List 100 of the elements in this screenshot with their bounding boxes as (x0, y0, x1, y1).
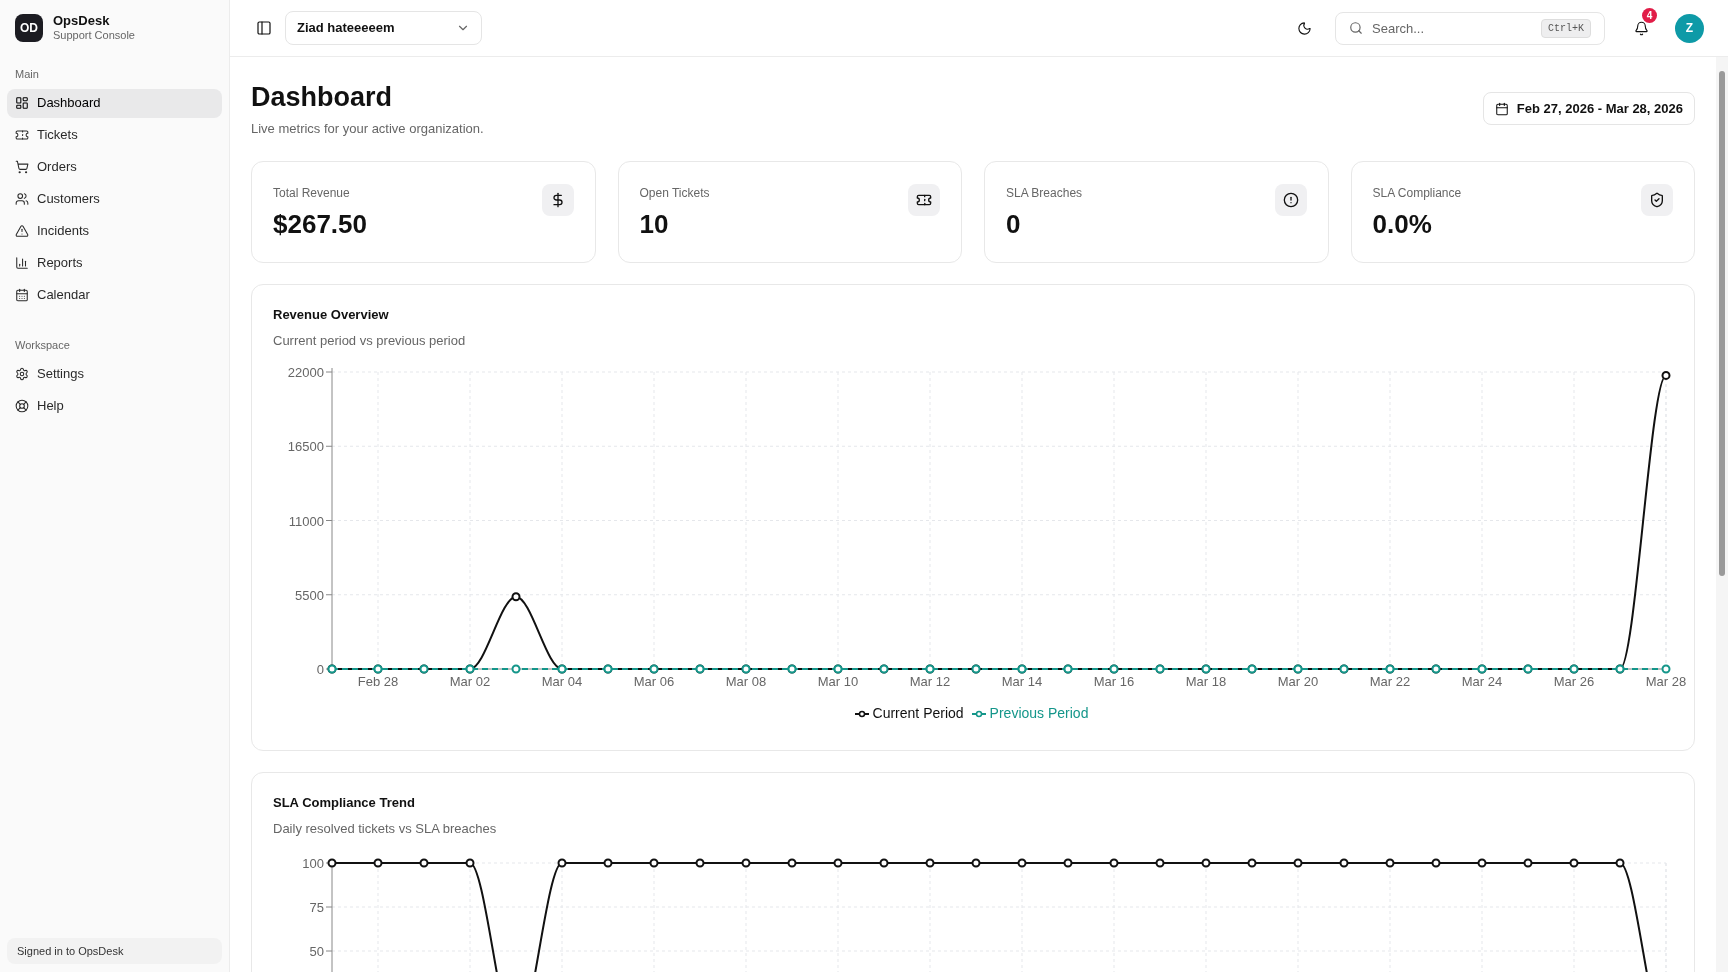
data-point (1385, 858, 1395, 868)
nav-item[interactable]: Orders (7, 152, 222, 182)
data-point (1017, 858, 1027, 868)
signed-in-note: Signed in to OpsDesk (7, 938, 222, 964)
data-point (511, 592, 521, 602)
data-point (1155, 858, 1165, 868)
app-name: OpsDesk (53, 13, 111, 30)
calendar-icon (1494, 101, 1509, 116)
logo: OD (15, 14, 43, 42)
notification-count: 4 (1642, 8, 1657, 23)
nav-item[interactable]: Settings (7, 359, 222, 388)
ticket-icon (15, 128, 29, 142)
axis-tick-label: 22000 (287, 365, 324, 381)
data-point (465, 858, 475, 868)
data-point (741, 858, 751, 868)
nav-item[interactable]: Help (7, 391, 222, 420)
panel-icon (256, 20, 272, 36)
legend-line-icon (854, 709, 869, 718)
axis-tick-label: Mar 24 (1461, 674, 1503, 690)
data-point (1247, 858, 1257, 868)
data-point (879, 858, 889, 868)
organization-select[interactable]: Ziad hateeeeem (285, 11, 482, 45)
axis-tick-label: Mar 02 (449, 674, 491, 690)
nav-item[interactable]: Reports (7, 248, 222, 278)
data-point (1615, 858, 1625, 868)
axis-tick-label: Mar 18 (1185, 674, 1227, 690)
settings-icon (15, 366, 29, 381)
section-heading: Main (14, 67, 40, 82)
legend-label: Current Period (872, 704, 964, 724)
data-point (511, 664, 521, 674)
stat-value: 0.0% (1372, 208, 1433, 241)
data-point (787, 858, 797, 868)
stat-value: $267.50 (273, 208, 367, 241)
axis-tick-label: 5500 (295, 588, 324, 603)
axis-tick-label: 100 (302, 856, 324, 872)
axis-tick-label: Mar 04 (541, 674, 583, 690)
legend-line-icon (971, 709, 986, 718)
stat-label: Total Revenue (273, 185, 351, 203)
data-point (1293, 858, 1303, 868)
data-point (1523, 858, 1533, 868)
data-point (925, 858, 935, 868)
chart-subtitle: Current period vs previous period (273, 331, 467, 350)
alert-icon (1274, 184, 1307, 217)
warning-icon (15, 224, 29, 238)
data-point (419, 858, 429, 868)
data-point (327, 858, 337, 868)
data-point (1661, 371, 1671, 381)
bell-icon (1633, 20, 1649, 36)
axis-tick-label: Mar 08 (725, 674, 767, 690)
data-point (1477, 858, 1487, 868)
nav-item[interactable]: Dashboard (7, 88, 222, 118)
chart-title: Revenue Overview (273, 306, 390, 325)
nav-item[interactable]: Customers (7, 184, 222, 214)
axis-tick-label: Mar 14 (1001, 674, 1043, 690)
data-point (603, 858, 613, 868)
stat-label: SLA Compliance (1372, 185, 1462, 203)
axis-tick-label: Mar 10 (817, 674, 859, 690)
dollar-icon (541, 184, 574, 217)
axis-tick-label: 0 (316, 662, 324, 678)
data-point (695, 858, 705, 868)
data-point (373, 858, 383, 868)
axis-tick-label: Mar 06 (633, 674, 675, 690)
data-point (1569, 858, 1579, 868)
chart-title: SLA Compliance Trend (273, 794, 416, 813)
stat-value: 0 (1006, 208, 1022, 241)
shortcut-hint: Ctrl+K (1541, 18, 1591, 38)
users-icon (15, 192, 29, 206)
axis-tick-label: Mar 12 (909, 674, 951, 690)
axis-tick-label: 75 (309, 900, 324, 916)
data-point (1661, 664, 1671, 674)
axis-tick-label: Mar 16 (1093, 674, 1135, 690)
date-range-button[interactable]: Feb 27, 2026 - Mar 28, 2026 (1482, 92, 1695, 125)
app-subtitle: Support Console (53, 29, 135, 43)
nav-item[interactable]: Incidents (7, 216, 222, 246)
chart-subtitle: Daily resolved tickets vs SLA breaches (273, 819, 498, 838)
moon-icon (1296, 20, 1312, 36)
page-subtitle: Live metrics for your active organization. (251, 119, 484, 138)
axis-tick-label: 50 (309, 944, 324, 960)
scrollbar[interactable] (1716, 57, 1728, 972)
stat-label: SLA Breaches (1006, 185, 1083, 203)
calendar-icon (15, 288, 29, 302)
data-point (1063, 858, 1073, 868)
data-point (1431, 858, 1441, 868)
legend-label: Previous Period (989, 704, 1089, 724)
axis-tick-label: Mar 22 (1369, 674, 1411, 690)
nav-item[interactable]: Tickets (7, 120, 222, 150)
stat-label: Open Tickets (639, 185, 710, 203)
section-heading: Workspace (14, 337, 71, 353)
data-point (833, 858, 843, 868)
sidebar-toggle-button[interactable] (254, 18, 274, 38)
axis-tick-label: 11000 (288, 513, 324, 529)
data-point (1201, 858, 1211, 868)
data-point (557, 858, 567, 868)
axis-tick-label: 16500 (287, 439, 324, 455)
stat-value: 10 (639, 208, 670, 241)
data-point (971, 858, 981, 868)
nav-item[interactable]: Calendar (7, 280, 222, 310)
axis-tick-label: Mar 20 (1277, 674, 1319, 690)
lifebuoy-icon (15, 398, 29, 413)
shield-check-icon (1641, 184, 1673, 217)
